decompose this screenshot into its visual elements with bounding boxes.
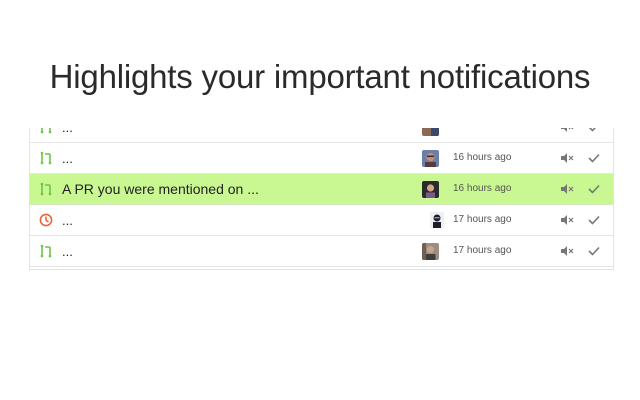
issue-icon [39, 213, 53, 227]
avatar [422, 181, 439, 198]
mute-icon[interactable] [560, 128, 574, 134]
notification-title[interactable]: ... [62, 244, 73, 259]
check-icon[interactable] [588, 182, 600, 196]
timestamp: 16 hours ago [453, 183, 512, 194]
pull-request-icon [40, 151, 52, 165]
check-icon[interactable] [588, 213, 600, 227]
timestamp: 16 hours ago [453, 152, 512, 163]
avatar [430, 212, 444, 228]
notification-row[interactable]: ... 17 hours ago [30, 236, 613, 267]
pull-request-icon [40, 182, 52, 196]
mute-icon[interactable] [560, 213, 574, 227]
avatar [422, 243, 439, 260]
notification-row[interactable]: ... [30, 128, 613, 143]
notification-title[interactable]: A PR you were mentioned on ... [62, 181, 259, 197]
pull-request-icon [40, 128, 52, 134]
notification-row-highlighted[interactable]: A PR you were mentioned on ... 16 hours … [30, 174, 613, 205]
notification-title[interactable]: ... [62, 128, 73, 135]
notification-title[interactable]: ... [62, 213, 73, 228]
notification-row[interactable]: ... 16 hours ago [30, 143, 613, 174]
notification-title[interactable]: ... [62, 151, 73, 166]
avatar [422, 128, 439, 136]
check-icon[interactable] [588, 244, 600, 258]
mute-icon[interactable] [560, 151, 574, 165]
pull-request-icon [40, 244, 52, 258]
page-headline: Highlights your important notifications [49, 58, 591, 95]
check-icon[interactable] [588, 151, 600, 165]
notification-list: ... ... 16 hours ago [29, 128, 614, 270]
mute-icon[interactable] [560, 182, 574, 196]
check-icon[interactable] [588, 128, 600, 134]
timestamp: 17 hours ago [453, 245, 512, 256]
timestamp: 17 hours ago [453, 214, 512, 225]
avatar [422, 150, 439, 167]
mute-icon[interactable] [560, 244, 574, 258]
notification-row[interactable]: ... 17 hours ago [30, 205, 613, 236]
